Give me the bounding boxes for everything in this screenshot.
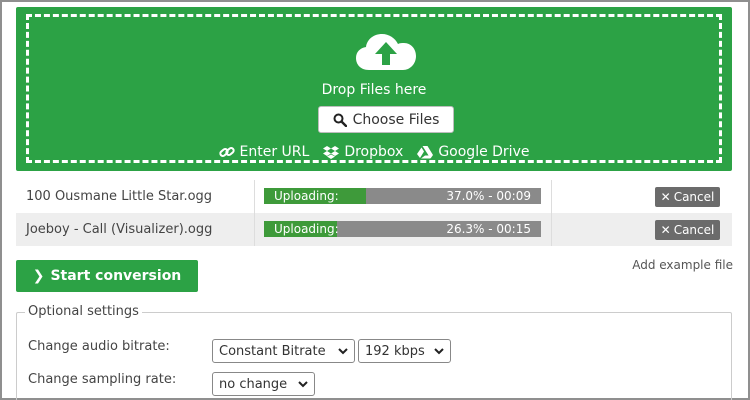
close-icon: ✕ <box>660 190 671 204</box>
search-icon <box>333 113 347 127</box>
progress-status: Uploading: <box>274 222 339 236</box>
bitrate-value-select[interactable]: 192 kbps <box>358 339 451 363</box>
table-row: Joeboy - Call (Visualizer).ogg Uploading… <box>16 213 732 246</box>
chevron-down-icon <box>434 348 444 355</box>
choose-files-label: Choose Files <box>352 111 440 128</box>
chevron-down-icon <box>298 381 308 388</box>
drop-zone-border: Drop Files here Choose Files Enter URL D… <box>26 14 722 163</box>
progress-status: Uploading: <box>274 189 339 203</box>
link-icon <box>218 147 235 157</box>
upload-sources: Enter URL Dropbox Google Drive <box>29 144 719 160</box>
dropbox-icon <box>323 146 340 159</box>
file-name: Joeboy - Call (Visualizer).ogg <box>26 222 213 237</box>
add-example-file-link[interactable]: Add example file <box>632 258 733 272</box>
upload-progress-bar: Uploading: 26.3% - 00:15 <box>264 221 541 237</box>
bitrate-mode-value: Constant Bitrate <box>219 343 326 359</box>
start-conversion-label: Start conversion <box>50 268 182 284</box>
google-drive-icon <box>417 146 434 159</box>
sampling-rate-select[interactable]: no change <box>212 372 315 396</box>
optional-settings-legend: Optional settings <box>25 304 142 319</box>
cancel-label: Cancel <box>673 223 715 237</box>
file-name: 100 Ousmane Little Star.ogg <box>26 189 213 204</box>
optional-settings: Optional settings Change audio bitrate: … <box>16 304 732 400</box>
file-list: 100 Ousmane Little Star.ogg Uploading: 3… <box>16 180 732 246</box>
file-drop-zone[interactable]: Drop Files here Choose Files Enter URL D… <box>16 7 732 171</box>
bitrate-label: Change audio bitrate: <box>28 339 170 354</box>
cell-divider <box>551 180 552 213</box>
chevron-right-icon: ❯ <box>32 268 45 284</box>
dropbox-link[interactable]: Dropbox <box>323 144 403 160</box>
cancel-button[interactable]: ✕ Cancel <box>655 220 720 240</box>
choose-files-button[interactable]: Choose Files <box>318 106 454 133</box>
chevron-down-icon <box>338 348 348 355</box>
progress-text: 26.3% - 00:15 <box>446 222 531 236</box>
dropbox-label: Dropbox <box>344 144 404 160</box>
enter-url-label: Enter URL <box>239 144 310 160</box>
bitrate-mode-select[interactable]: Constant Bitrate <box>212 339 355 363</box>
cancel-label: Cancel <box>673 190 715 204</box>
close-icon: ✕ <box>660 223 671 237</box>
sampling-rate-value: no change <box>219 376 288 392</box>
progress-text: 37.0% - 00:09 <box>446 189 531 203</box>
upload-progress-bar: Uploading: 37.0% - 00:09 <box>264 188 541 204</box>
table-row: 100 Ousmane Little Star.ogg Uploading: 3… <box>16 180 732 213</box>
cell-divider <box>551 213 552 246</box>
start-conversion-button[interactable]: ❯ Start conversion <box>16 260 198 292</box>
sampling-rate-label: Change sampling rate: <box>28 372 177 387</box>
bitrate-value: 192 kbps <box>365 343 425 359</box>
cell-divider <box>254 180 255 213</box>
google-drive-link[interactable]: Google Drive <box>417 144 529 160</box>
cloud-upload-icon <box>356 34 416 70</box>
cancel-button[interactable]: ✕ Cancel <box>655 187 720 207</box>
cell-divider <box>254 213 255 246</box>
google-drive-label: Google Drive <box>438 144 530 160</box>
drop-files-text: Drop Files here <box>321 82 427 98</box>
enter-url-link[interactable]: Enter URL <box>218 144 310 160</box>
